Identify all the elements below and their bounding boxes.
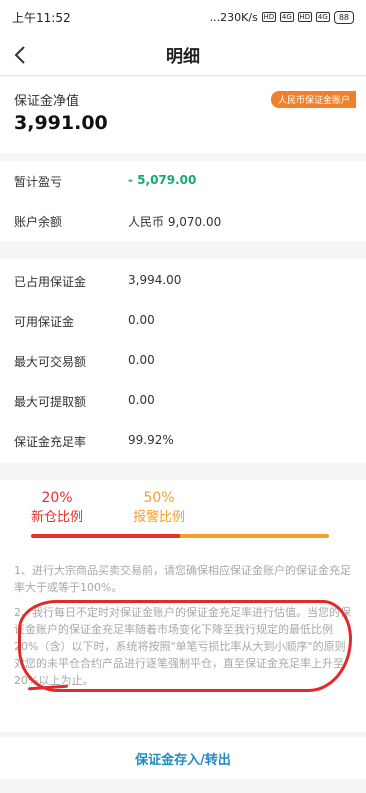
row-label: 保证金充足率 bbox=[14, 435, 87, 449]
ratio-bar-orange-segment bbox=[180, 534, 329, 538]
ratio-bar bbox=[31, 534, 329, 538]
deposit-transfer-button[interactable]: 保证金存入/转出 bbox=[0, 737, 366, 779]
net-value-card: 保证金净值 3,991.00 人民币保证金账户 bbox=[0, 77, 366, 153]
row-label: 已占用保证金 bbox=[14, 275, 87, 289]
new-open-ratio-value: 20% bbox=[41, 490, 73, 506]
back-button[interactable] bbox=[8, 42, 32, 68]
row-label: 最大可交易额 bbox=[14, 355, 87, 369]
row-value: 人民币 9,070.00 bbox=[128, 215, 222, 229]
list-item: 保证金充足率 99.92% bbox=[0, 421, 366, 461]
row-value: 99.92% bbox=[128, 433, 174, 447]
new-open-ratio-label: 新仓比例 bbox=[31, 510, 84, 525]
note-2: 2、我行每日不定时对保证金账户的保证金充足率进行估值。当您的保证金账户的保证金充… bbox=[14, 606, 351, 687]
hd-icon-2: HD bbox=[297, 12, 312, 22]
list-item: 暂计盈亏 - 5,079.00 bbox=[0, 161, 366, 201]
warning-ratio-label: 报警比例 bbox=[133, 510, 186, 525]
warning-ratio: 50% 报警比例 bbox=[133, 490, 185, 525]
list-item: 账户余额 人民币 9,070.00 bbox=[0, 201, 366, 241]
page-title: 明细 bbox=[166, 47, 200, 67]
nav-bar: 明细 bbox=[0, 34, 366, 76]
status-icons: ...230K/s HD 4G HD 4G 88 bbox=[209, 10, 354, 24]
net-value-label: 保证金净值 bbox=[14, 94, 80, 109]
list-item: 已占用保证金 3,994.00 bbox=[0, 261, 366, 301]
signal-icon: 4G bbox=[279, 12, 294, 22]
account-type-badge: 人民币保证金账户 bbox=[270, 91, 356, 108]
status-time: 上午11:52 bbox=[12, 10, 71, 25]
status-bar: 上午11:52 ...230K/s HD 4G HD 4G 88 bbox=[0, 0, 366, 34]
warning-ratio-value: 50% bbox=[143, 490, 175, 506]
net-value-amount: 3,991.00 bbox=[14, 112, 108, 134]
row-value: 0.00 bbox=[128, 393, 155, 407]
list-item: 最大可交易额 0.00 bbox=[0, 341, 366, 381]
ratio-bar-red-segment bbox=[31, 534, 180, 538]
row-value: 3,994.00 bbox=[128, 273, 182, 287]
row-label: 最大可提取额 bbox=[14, 395, 87, 409]
row-value: 0.00 bbox=[128, 353, 155, 367]
row-label: 账户余额 bbox=[14, 215, 63, 229]
deposit-transfer-label: 保证金存入/转出 bbox=[135, 752, 231, 768]
margin-section: 已占用保证金 3,994.00 可用保证金 0.00 最大可交易额 0.00 最… bbox=[0, 259, 366, 463]
note-1: 1、进行大宗商品买卖交易前，请您确保相应保证金账户的保证金充足率大于或等于100… bbox=[14, 564, 351, 594]
pnl-balance-section: 暂计盈亏 - 5,079.00 账户余额 人民币 9,070.00 bbox=[0, 161, 366, 241]
row-label: 可用保证金 bbox=[14, 315, 75, 329]
chevron-left-icon bbox=[14, 46, 25, 64]
network-speed: ...230K/s bbox=[209, 10, 258, 24]
new-open-ratio: 20% 新仓比例 bbox=[31, 490, 83, 525]
signal-icon-2: 4G bbox=[315, 12, 330, 22]
list-item: 可用保证金 0.00 bbox=[0, 301, 366, 341]
hd-icon: HD bbox=[261, 12, 276, 22]
battery-icon: 88 bbox=[333, 10, 354, 24]
row-value: - 5,079.00 bbox=[128, 173, 197, 187]
row-label: 暂计盈亏 bbox=[14, 175, 63, 189]
row-value: 0.00 bbox=[128, 313, 155, 327]
list-item: 最大可提取额 0.00 bbox=[0, 381, 366, 421]
